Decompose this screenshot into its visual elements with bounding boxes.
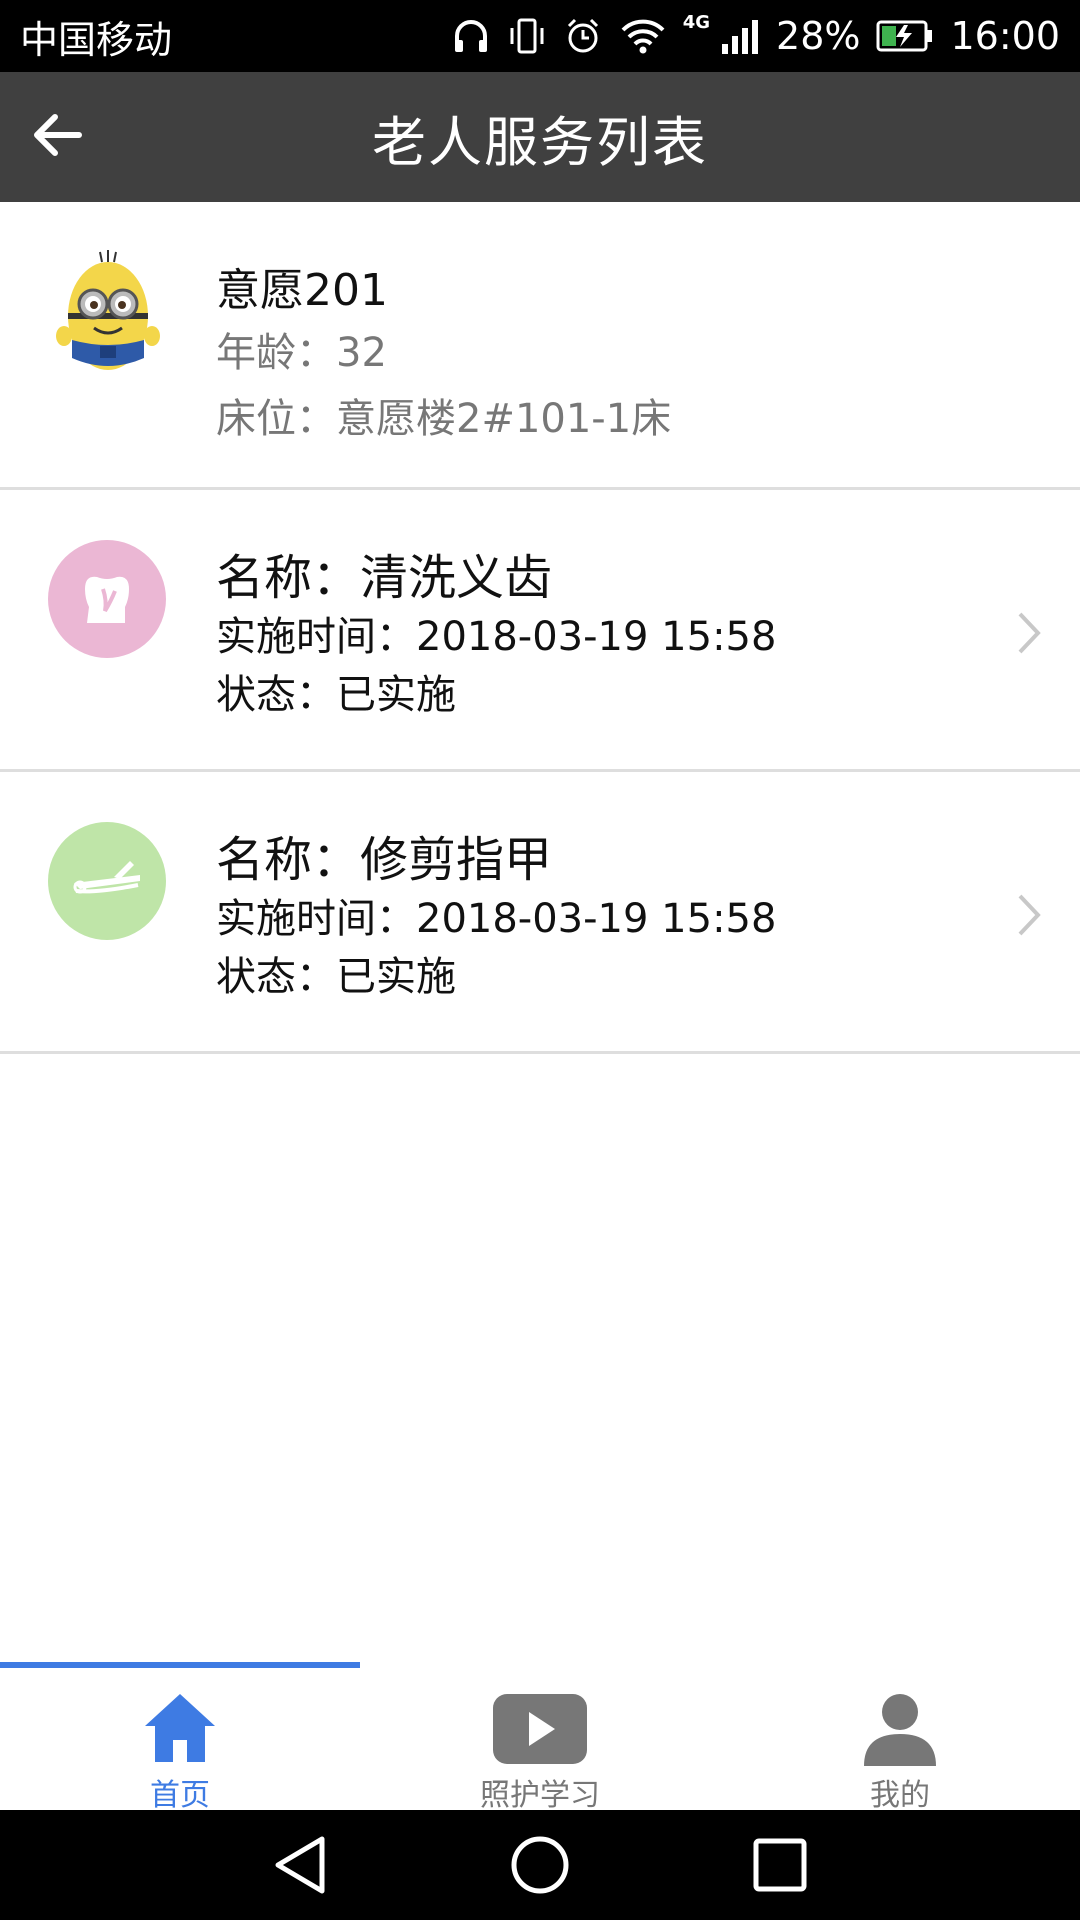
- page-title: 老人服务列表: [372, 110, 708, 174]
- video-play-icon: [360, 1692, 720, 1766]
- service-name: 名称：修剪指甲: [216, 832, 553, 888]
- nail-clipper-icon: [48, 822, 166, 940]
- carrier-name: 中国移动: [20, 17, 173, 62]
- service-status: 状态：已实施: [216, 954, 456, 1000]
- minion-avatar: [50, 250, 166, 376]
- triangle-back-icon: [272, 1835, 328, 1899]
- tab-profile[interactable]: 我的: [720, 1668, 1080, 1813]
- circle-home-icon: [510, 1835, 570, 1899]
- headphones-icon: [451, 16, 491, 56]
- alarm-icon: [563, 16, 603, 56]
- bottom-tab-bar: 首页 照护学习 我的: [0, 1662, 1080, 1813]
- wifi-icon: [619, 16, 667, 56]
- elder-age: 年龄：32: [216, 330, 387, 376]
- tab-label: 照护学习: [480, 1778, 600, 1813]
- status-bar: 中国移动 4G 28% 16:00: [0, 0, 1080, 72]
- battery-icon: [876, 19, 934, 53]
- elder-bed: 床位：意愿楼2#101-1床: [216, 396, 672, 442]
- service-time: 实施时间：2018-03-19 15:58: [216, 896, 777, 942]
- nav-recents-button[interactable]: [745, 1832, 815, 1902]
- battery-percent: 28%: [776, 14, 861, 58]
- tab-home[interactable]: 首页: [0, 1668, 360, 1813]
- square-recents-icon: [752, 1837, 808, 1897]
- service-item-nail-trimming[interactable]: 名称：修剪指甲 实施时间：2018-03-19 15:58 状态：已实施: [0, 772, 1080, 1054]
- elder-name: 意愿201: [216, 265, 388, 316]
- nav-home-button[interactable]: [505, 1832, 575, 1902]
- network-type: 4G: [682, 11, 711, 33]
- status-icons: 4G 28% 16:00: [451, 11, 1060, 58]
- tab-label: 我的: [870, 1778, 930, 1813]
- service-item-denture-cleaning[interactable]: 名称：清洗义齿 实施时间：2018-03-19 15:58 状态：已实施: [0, 490, 1080, 772]
- service-name: 名称：清洗义齿: [216, 550, 553, 606]
- tooth-icon: [48, 540, 166, 658]
- user-icon: [720, 1692, 1080, 1766]
- home-icon: [0, 1692, 360, 1764]
- service-status: 状态：已实施: [216, 672, 456, 718]
- tab-care-learning[interactable]: 照护学习: [360, 1668, 720, 1813]
- vibrate-icon: [507, 16, 547, 56]
- system-nav-bar: [0, 1810, 1080, 1920]
- back-button[interactable]: [14, 94, 100, 180]
- tab-label: 首页: [150, 1778, 210, 1813]
- app-header: 老人服务列表: [0, 72, 1080, 202]
- chevron-right-icon: [1014, 890, 1044, 944]
- chevron-right-icon: [1014, 608, 1044, 662]
- clock: 16:00: [950, 14, 1060, 58]
- signal-icon: [720, 16, 760, 56]
- elder-info-card: 意愿201 年龄：32 床位：意愿楼2#101-1床: [0, 202, 1080, 490]
- nav-back-button[interactable]: [265, 1832, 335, 1902]
- back-arrow-icon: [29, 107, 85, 167]
- service-time: 实施时间：2018-03-19 15:58: [216, 614, 777, 660]
